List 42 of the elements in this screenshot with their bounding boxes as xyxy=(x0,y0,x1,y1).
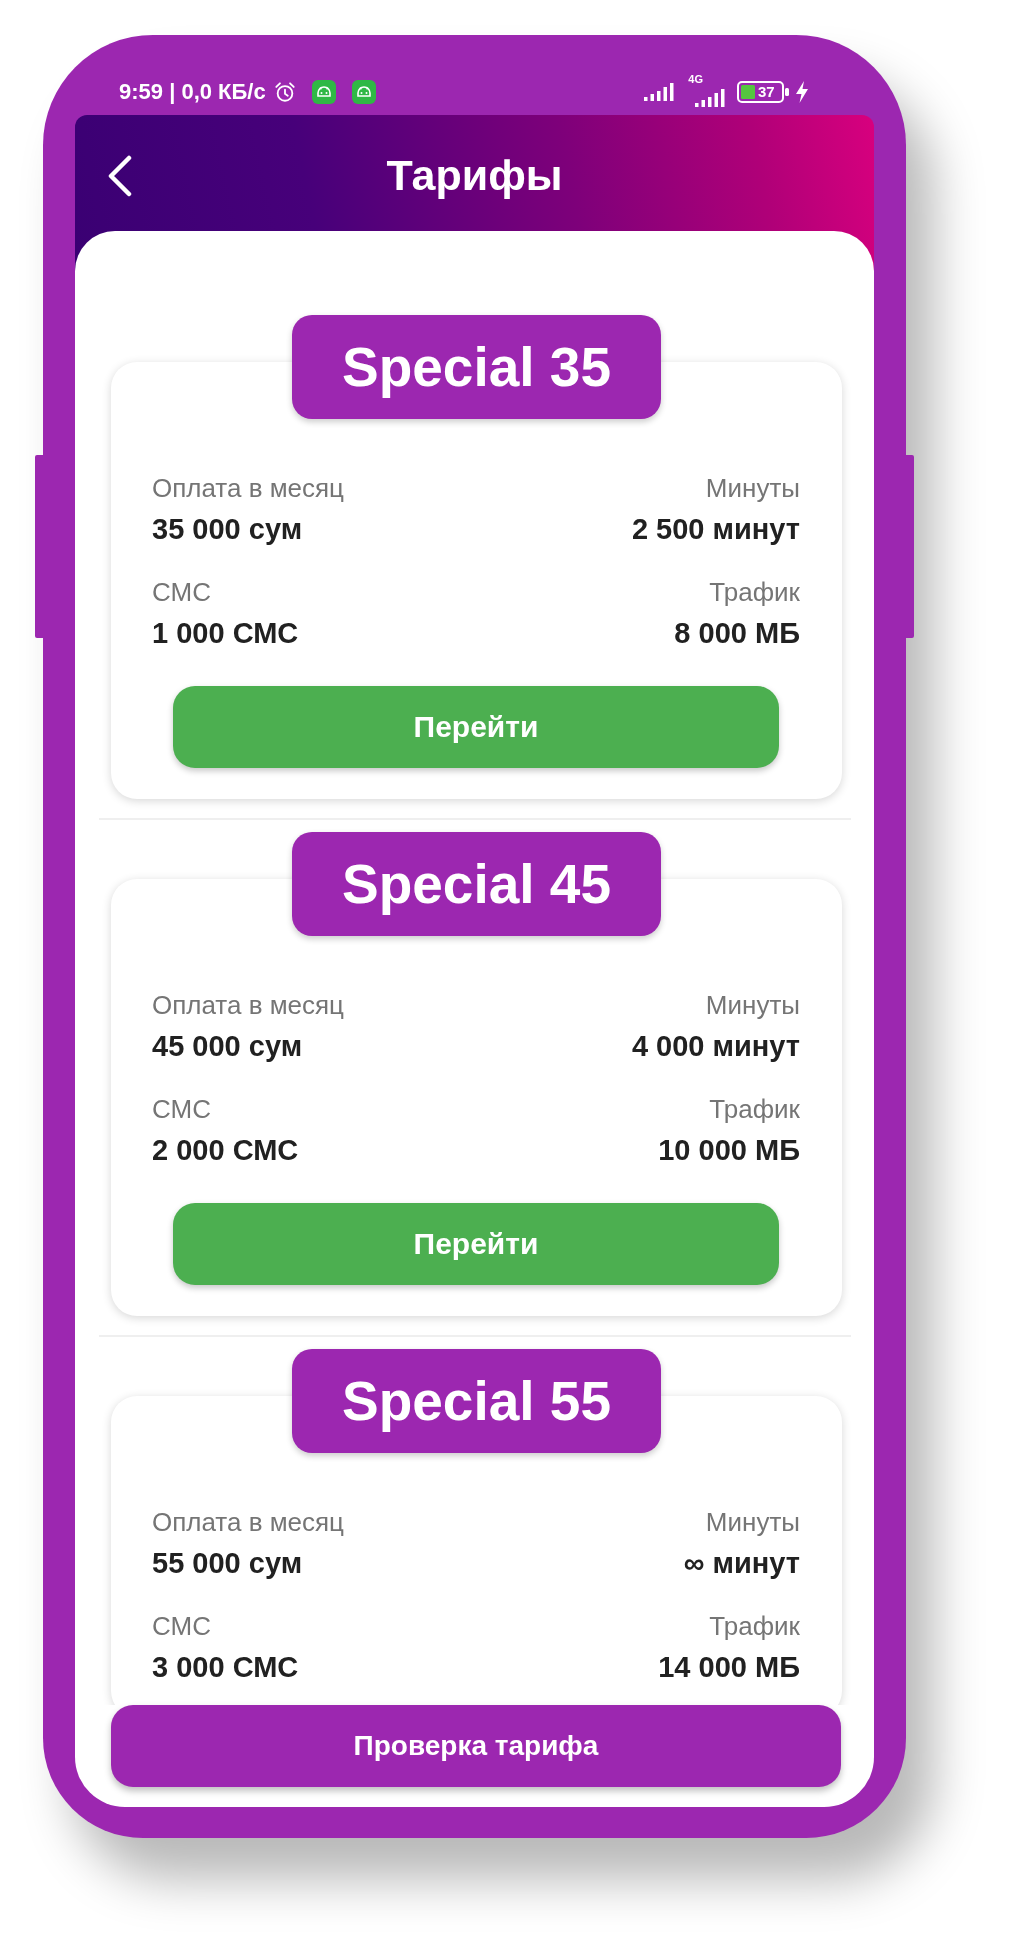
field-label: Минуты xyxy=(705,989,800,1021)
field-value: 10 000 МБ xyxy=(658,1133,800,1168)
go-button[interactable]: Перейти xyxy=(173,686,779,768)
alarm-clock-icon xyxy=(273,81,296,103)
network-type-text: 4G xyxy=(688,73,703,85)
field-label: Оплата в месяц xyxy=(152,989,344,1021)
status-text: 9:59 | 0,0 КБ/с xyxy=(119,79,266,105)
field-label: Оплата в месяц xyxy=(152,1506,344,1538)
signal-bars-icon xyxy=(644,83,675,101)
chevron-left-icon[interactable] xyxy=(107,155,133,197)
tariff-title-badge: Special 45 xyxy=(291,832,662,936)
field-label: Минуты xyxy=(705,472,800,504)
field-value: 8 000 МБ xyxy=(674,616,800,651)
robot-icon xyxy=(311,80,336,104)
field-value: 3 000 СМС xyxy=(152,1650,299,1685)
field-value: 4 000 минут xyxy=(631,1029,800,1064)
field-label: СМС xyxy=(152,576,211,608)
signal-bars-icon xyxy=(695,89,725,107)
field-value: 1 000 СМС xyxy=(152,616,299,651)
field-label: СМС xyxy=(152,1093,211,1125)
field-label: Оплата в месяц xyxy=(152,472,344,504)
field-label: Трафик xyxy=(709,1093,800,1125)
field-label: Трафик xyxy=(709,1610,800,1642)
field-value: 2 500 минут xyxy=(631,512,800,547)
tariff-title-badge: Special 55 xyxy=(291,1349,662,1453)
page-title: Тарифы xyxy=(386,150,563,201)
field-value: 2 000 СМС xyxy=(152,1133,299,1168)
robot-icon xyxy=(351,80,376,104)
lightning-bolt-icon xyxy=(795,81,809,103)
go-button[interactable]: Перейти xyxy=(173,1203,779,1285)
field-label: Трафик xyxy=(709,576,800,608)
tariff-title-badge: Special 35 xyxy=(291,315,662,419)
field-value: 35 000 сум xyxy=(152,512,303,547)
battery-percent-text: 37 xyxy=(758,83,775,101)
field-value: 45 000 сум xyxy=(152,1029,303,1064)
battery-icon xyxy=(737,81,789,103)
field-value: 14 000 МБ xyxy=(658,1650,800,1685)
check-tariff-button[interactable]: Проверка тарифа xyxy=(111,1705,841,1787)
field-label: СМС xyxy=(152,1610,211,1642)
field-value: ∞ минут xyxy=(683,1546,800,1581)
field-value: 55 000 сум xyxy=(152,1546,303,1581)
field-label: Минуты xyxy=(705,1506,800,1538)
